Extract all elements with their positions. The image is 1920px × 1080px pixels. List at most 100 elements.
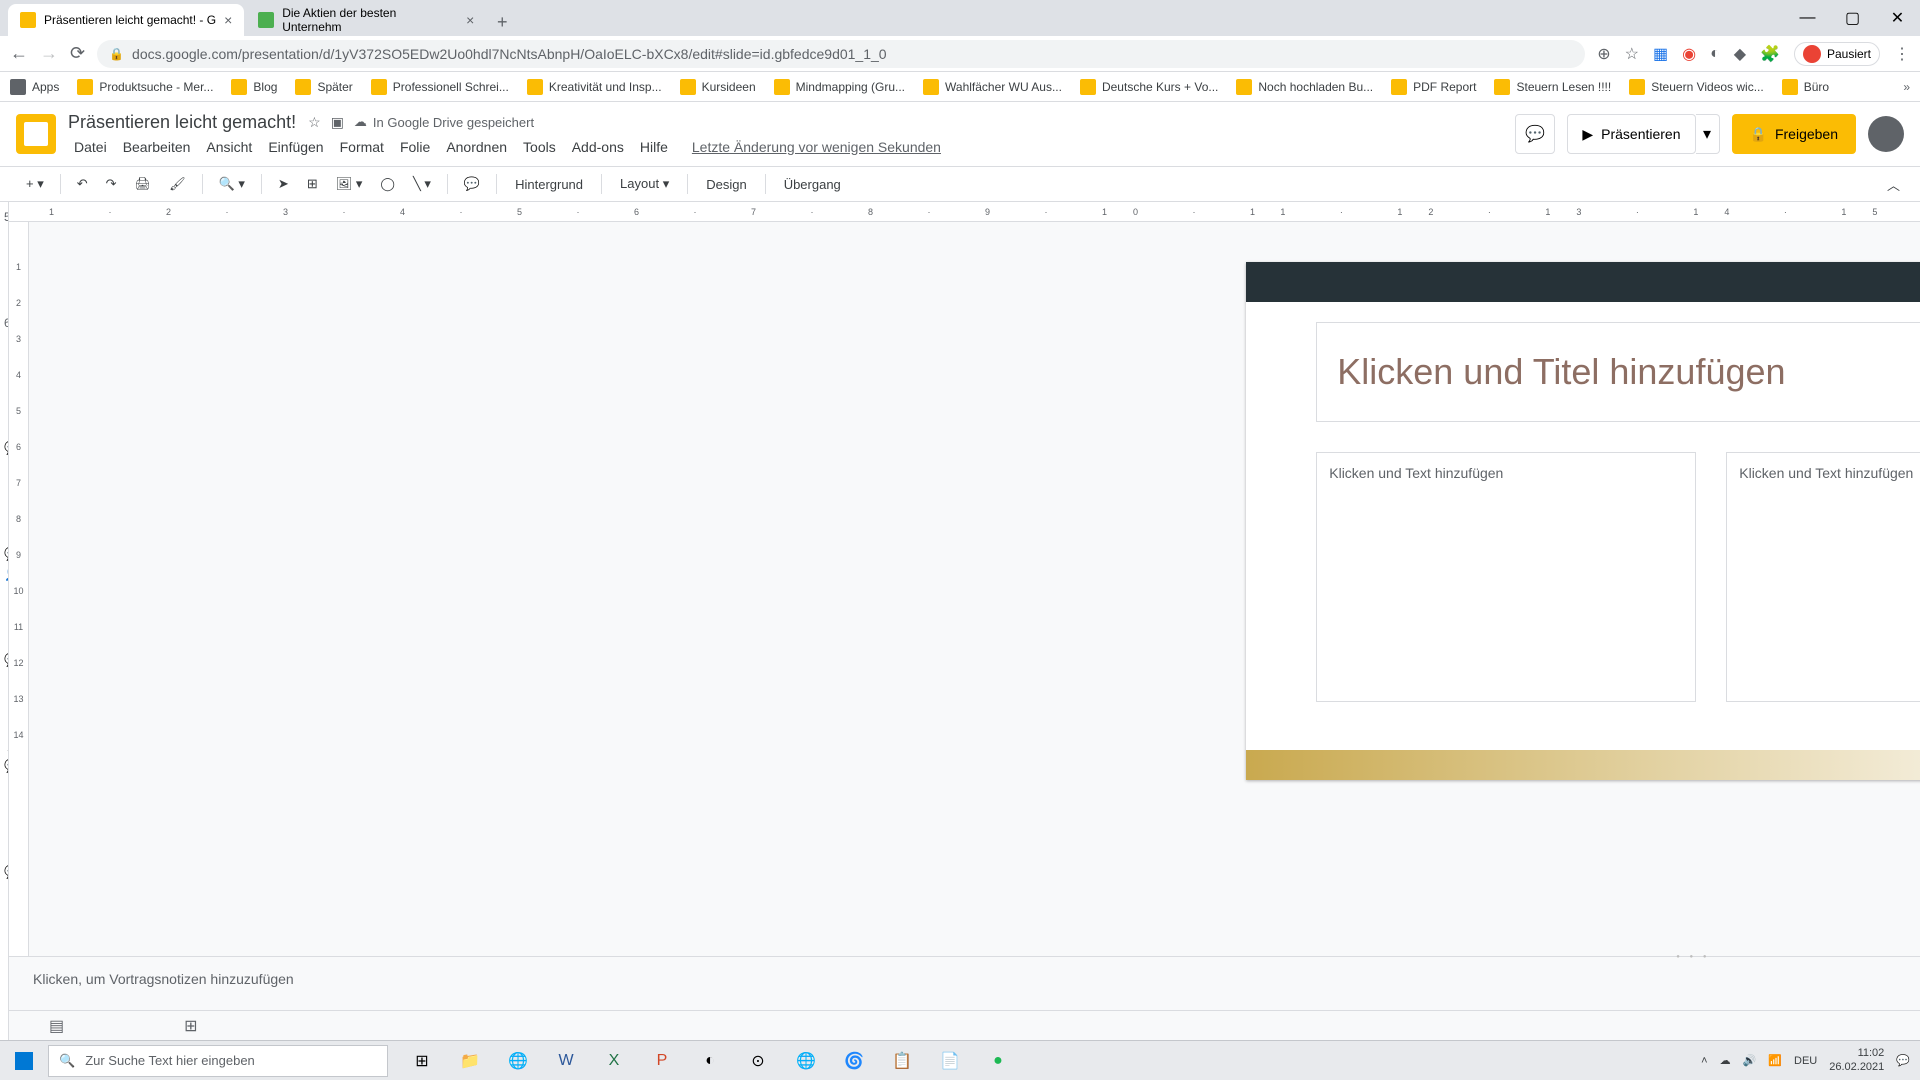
bookmark-apps[interactable]: Apps (10, 79, 59, 95)
edge2-icon[interactable]: 🌀 (830, 1041, 878, 1080)
layout-button[interactable]: Layout ▾ (612, 172, 677, 196)
task-view-icon[interactable]: ⊞ (398, 1041, 446, 1080)
slide-canvas[interactable]: Klicken und Titel hinzufügen Klicken und… (29, 222, 1920, 956)
wifi-icon[interactable]: 📶 (1768, 1054, 1782, 1067)
url-input[interactable]: 🔒 docs.google.com/presentation/d/1yV372S… (97, 40, 1585, 68)
bookmarks-overflow[interactable]: » (1903, 80, 1910, 94)
title-placeholder[interactable]: Klicken und Titel hinzufügen (1316, 322, 1920, 422)
text-placeholder-left[interactable]: Klicken und Text hinzufügen (1316, 452, 1696, 702)
last-edit-link[interactable]: Letzte Änderung vor wenigen Sekunden (686, 137, 947, 157)
start-button[interactable] (0, 1041, 48, 1080)
menu-format[interactable]: Format (334, 137, 390, 157)
edge-icon[interactable]: 🌐 (494, 1041, 542, 1080)
star-icon[interactable]: ☆ (308, 114, 321, 131)
menu-hilfe[interactable]: Hilfe (634, 137, 674, 157)
grid-view-icon[interactable]: ⊞ (184, 1016, 197, 1036)
bookmark[interactable]: Später (295, 79, 352, 95)
bookmark[interactable]: Kreativität und Insp... (527, 79, 662, 95)
redo-button[interactable]: ↷ (100, 172, 123, 196)
doc-title[interactable]: Präsentieren leicht gemacht! (68, 112, 296, 133)
undo-button[interactable]: ↶ (71, 172, 94, 196)
tray-chevron-icon[interactable]: ˄ (1701, 1055, 1707, 1067)
paint-format-button[interactable]: 🖌 (163, 172, 192, 196)
select-tool[interactable]: ➤ (272, 172, 295, 196)
bookmark[interactable]: Professionell Schrei... (371, 79, 509, 95)
ext-icon[interactable]: ◐ (1710, 45, 1720, 63)
clock[interactable]: 11:02 26.02.2021 (1829, 1047, 1884, 1073)
bookmark[interactable]: Deutsche Kurs + Vo... (1080, 79, 1218, 95)
menu-bearbeiten[interactable]: Bearbeiten (117, 137, 197, 157)
app-icon[interactable]: 📄 (926, 1041, 974, 1080)
cloud-icon[interactable]: ☁ (1720, 1054, 1731, 1067)
drive-status[interactable]: ☁ In Google Drive gespeichert (354, 114, 534, 131)
text-placeholder-right[interactable]: Klicken und Text hinzufügen (1726, 452, 1920, 702)
line-tool[interactable]: ╲ ▾ (407, 172, 437, 196)
star-icon[interactable]: ☆ (1625, 44, 1639, 64)
bookmark[interactable]: Wahlfächer WU Aus... (923, 79, 1062, 95)
present-button[interactable]: ▶ Präsentieren (1567, 114, 1695, 154)
shape-tool[interactable]: ◯ (374, 172, 401, 196)
bookmark[interactable]: Produktsuche - Mer... (77, 79, 213, 95)
ext-icon[interactable]: ◆ (1734, 44, 1746, 64)
background-button[interactable]: Hintergrund (507, 173, 591, 196)
taskbar-search[interactable]: 🔍 Zur Suche Text hier eingeben (48, 1045, 388, 1077)
bookmark[interactable]: PDF Report (1391, 79, 1476, 95)
comments-button[interactable]: 💬 (1515, 114, 1555, 154)
lang-indicator[interactable]: DEU (1794, 1055, 1817, 1067)
bookmark[interactable]: Mindmapping (Gru... (774, 79, 905, 95)
word-icon[interactable]: W (542, 1041, 590, 1080)
zoom-icon[interactable]: ⊕ (1597, 44, 1610, 64)
obs-icon[interactable]: ⊙ (734, 1041, 782, 1080)
transition-button[interactable]: Übergang (776, 173, 849, 196)
new-slide-button[interactable]: + ▾ (20, 172, 50, 196)
menu-einfuegen[interactable]: Einfügen (262, 137, 329, 157)
reload-button[interactable]: ⟳ (70, 43, 85, 64)
back-button[interactable]: ← (10, 43, 28, 64)
bookmark[interactable]: Noch hochladen Bu... (1236, 79, 1373, 95)
close-window-button[interactable]: ✕ (1875, 0, 1920, 36)
collapse-toolbar[interactable]: ︿ (1887, 175, 1900, 194)
app-icon[interactable]: ◐ (686, 1041, 734, 1080)
spotify-icon[interactable]: ● (974, 1041, 1022, 1080)
menu-datei[interactable]: Datei (68, 137, 113, 157)
volume-icon[interactable]: 🔊 (1743, 1054, 1757, 1067)
excel-icon[interactable]: X (590, 1041, 638, 1080)
browser-tab-inactive[interactable]: Die Aktien der besten Unternehm × (246, 4, 486, 36)
move-icon[interactable]: ▣ (331, 114, 344, 131)
present-dropdown[interactable]: ▾ (1696, 114, 1720, 154)
minimize-button[interactable]: — (1785, 0, 1830, 36)
menu-folie[interactable]: Folie (394, 137, 436, 157)
bookmark[interactable]: Steuern Videos wic... (1629, 79, 1764, 95)
user-avatar[interactable] (1868, 116, 1904, 152)
zoom-button[interactable]: 🔍 ▾ (213, 172, 251, 196)
bookmark[interactable]: Büro (1782, 79, 1829, 95)
close-icon[interactable]: × (466, 12, 474, 28)
notes-resize-handle[interactable]: ● ● ● (1676, 954, 1716, 960)
speaker-notes[interactable]: ● ● ● Klicken, um Vortragsnotizen hinzuz… (9, 956, 1920, 1010)
slides-logo-icon[interactable] (16, 114, 56, 154)
ext-icon[interactable]: ▦ (1653, 44, 1668, 64)
filmstrip-view-icon[interactable]: ▤ (49, 1016, 64, 1036)
bookmark[interactable]: Kursideen (680, 79, 756, 95)
menu-anordnen[interactable]: Anordnen (440, 137, 513, 157)
extensions-icon[interactable]: 🧩 (1760, 44, 1780, 64)
bookmark[interactable]: Blog (231, 79, 277, 95)
ext-icon[interactable]: ◉ (1682, 44, 1696, 64)
share-button[interactable]: 🔒 Freigeben (1732, 114, 1856, 154)
powerpoint-icon[interactable]: P (638, 1041, 686, 1080)
close-icon[interactable]: × (224, 12, 232, 28)
explorer-icon[interactable]: 📁 (446, 1041, 494, 1080)
menu-tools[interactable]: Tools (517, 137, 562, 157)
menu-icon[interactable]: ⋮ (1894, 44, 1910, 64)
image-tool[interactable]: 🖼 ▾ (330, 172, 369, 196)
bookmark[interactable]: Steuern Lesen !!!! (1494, 79, 1611, 95)
app-icon[interactable]: 📋 (878, 1041, 926, 1080)
menu-addons[interactable]: Add-ons (566, 137, 630, 157)
maximize-button[interactable]: ▢ (1830, 0, 1875, 36)
slide-thumbnails[interactable]: 5 Ich bin Titelel...Tobias Becker 6 7💬 E… (0, 202, 9, 1040)
chrome-icon[interactable]: 🌐 (782, 1041, 830, 1080)
notifications-icon[interactable]: 💬 (1896, 1054, 1910, 1067)
profile-paused[interactable]: Pausiert (1794, 42, 1880, 66)
textbox-tool[interactable]: ⊞ (301, 172, 324, 196)
new-tab-button[interactable]: + (488, 8, 516, 36)
